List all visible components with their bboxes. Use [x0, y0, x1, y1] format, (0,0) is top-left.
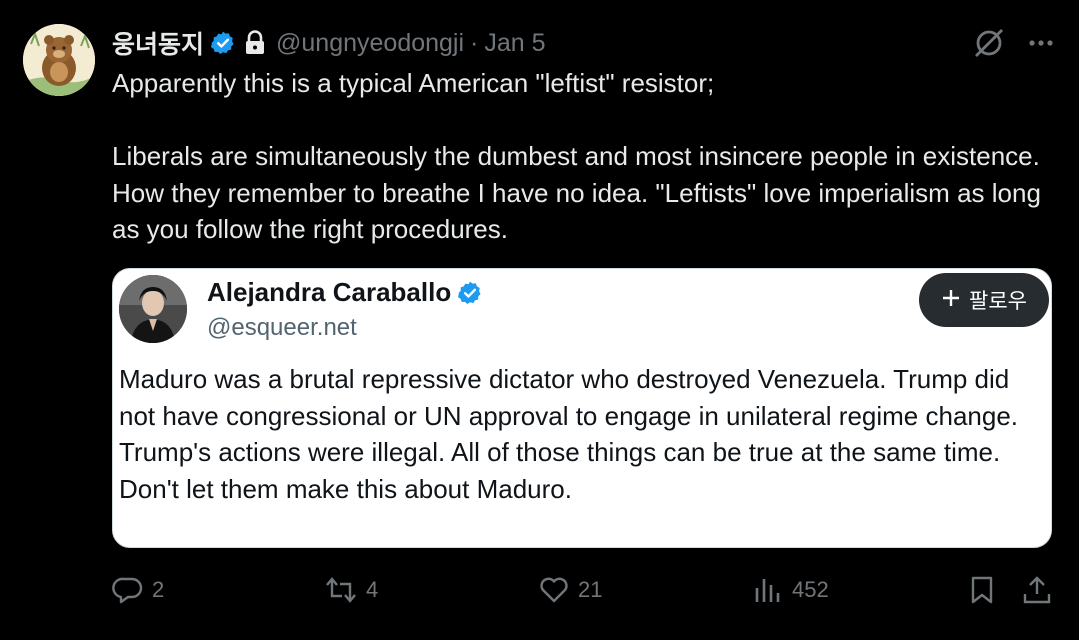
quoted-author-avatar[interactable] — [119, 275, 187, 343]
share-button[interactable] — [1022, 574, 1052, 606]
plus-icon — [941, 288, 961, 313]
views-button[interactable]: 452 — [752, 574, 829, 606]
bookmark-button[interactable] — [966, 574, 998, 606]
quoted-author-row: Alejandra Caraballo — [207, 277, 483, 308]
tweet-top-actions — [972, 26, 1056, 65]
tweet-paragraph-2: Liberals are simultaneously the dumbest … — [112, 141, 1041, 244]
tweet-text: Apparently this is a typical American "l… — [112, 65, 1052, 248]
verified-badge-icon[interactable] — [210, 30, 236, 56]
views-icon — [752, 574, 784, 606]
quoted-tweet-card[interactable]: Alejandra Caraballo @esqueer.net 팔로우 Mad… — [112, 268, 1052, 548]
like-button[interactable]: 21 — [538, 574, 602, 606]
tweet-paragraph-1: Apparently this is a typical American "l… — [112, 68, 715, 98]
reply-icon — [112, 574, 144, 606]
tweet-action-bar: 2 4 21 452 — [112, 574, 1052, 610]
views-count: 452 — [792, 577, 829, 602]
reply-button[interactable]: 2 — [112, 574, 164, 606]
bookmark-icon — [966, 574, 998, 606]
like-count: 21 — [578, 577, 603, 602]
quoted-tweet-text: Maduro was a brutal repressive dictator … — [119, 364, 1019, 504]
author-handle[interactable]: @ungnyeodongji — [276, 29, 464, 58]
reply-count: 2 — [152, 577, 165, 602]
quoted-author-name[interactable]: Alejandra Caraballo — [207, 277, 451, 308]
author-avatar[interactable] — [23, 24, 95, 96]
lock-icon — [244, 30, 266, 56]
grok-icon[interactable] — [972, 26, 1006, 65]
tweet-header: 웅녀동지 @ungnyeodongji · Jan 5 — [112, 26, 546, 60]
follow-label: 팔로우 — [969, 289, 1027, 313]
repost-icon — [324, 574, 358, 606]
more-icon[interactable] — [1026, 28, 1056, 63]
share-icon — [1022, 574, 1052, 606]
verified-badge-icon[interactable] — [457, 280, 483, 306]
repost-button[interactable]: 4 — [324, 574, 378, 606]
tweet-date[interactable]: Jan 5 — [484, 29, 545, 58]
separator-dot: · — [470, 28, 479, 57]
quoted-author-handle[interactable]: @esqueer.net — [207, 314, 357, 342]
follow-button[interactable]: 팔로우 — [919, 273, 1049, 327]
repost-count: 4 — [366, 577, 379, 602]
like-icon — [538, 574, 570, 606]
author-name[interactable]: 웅녀동지 — [112, 25, 204, 61]
